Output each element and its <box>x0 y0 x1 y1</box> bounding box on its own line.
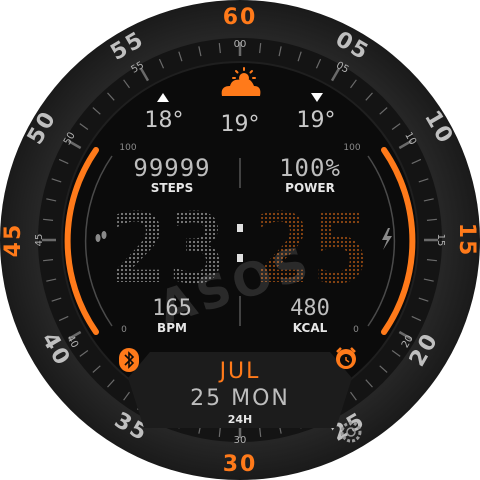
bezel-60: 60 <box>223 5 258 30</box>
temp-current: 19° <box>221 112 260 137</box>
left-gauge-min: 0 <box>121 325 127 335</box>
bezel-45: 45 <box>1 223 26 258</box>
temp-low: 18° <box>145 108 184 133</box>
ring-30: 30 <box>234 435 247 446</box>
bezel-30: 30 <box>223 452 258 477</box>
kcal-label: KCAL <box>293 321 328 335</box>
right-gauge-max: 100 <box>343 143 360 153</box>
left-gauge-max: 100 <box>119 143 136 153</box>
ring-00: 00 <box>234 39 247 50</box>
kcal-value: 480 <box>290 296 330 321</box>
ring-15: 15 <box>435 234 446 247</box>
time-format: 24H <box>228 413 253 426</box>
date-month[interactable]: JUL <box>218 359 261 384</box>
bezel-15: 15 <box>454 223 479 258</box>
steps-value: 99999 <box>133 154 210 182</box>
date-day[interactable]: 25 MON <box>190 386 290 411</box>
alarm-icon[interactable] <box>336 347 356 369</box>
right-gauge-min: 0 <box>353 325 359 335</box>
power-value: 100% <box>279 154 341 182</box>
temp-high: 19° <box>297 108 336 133</box>
watch-face: 60 05 10 15 20 25 30 35 40 45 50 55 00 0… <box>0 0 480 480</box>
bluetooth-icon[interactable] <box>119 348 139 372</box>
ring-45: 45 <box>34 234 45 247</box>
